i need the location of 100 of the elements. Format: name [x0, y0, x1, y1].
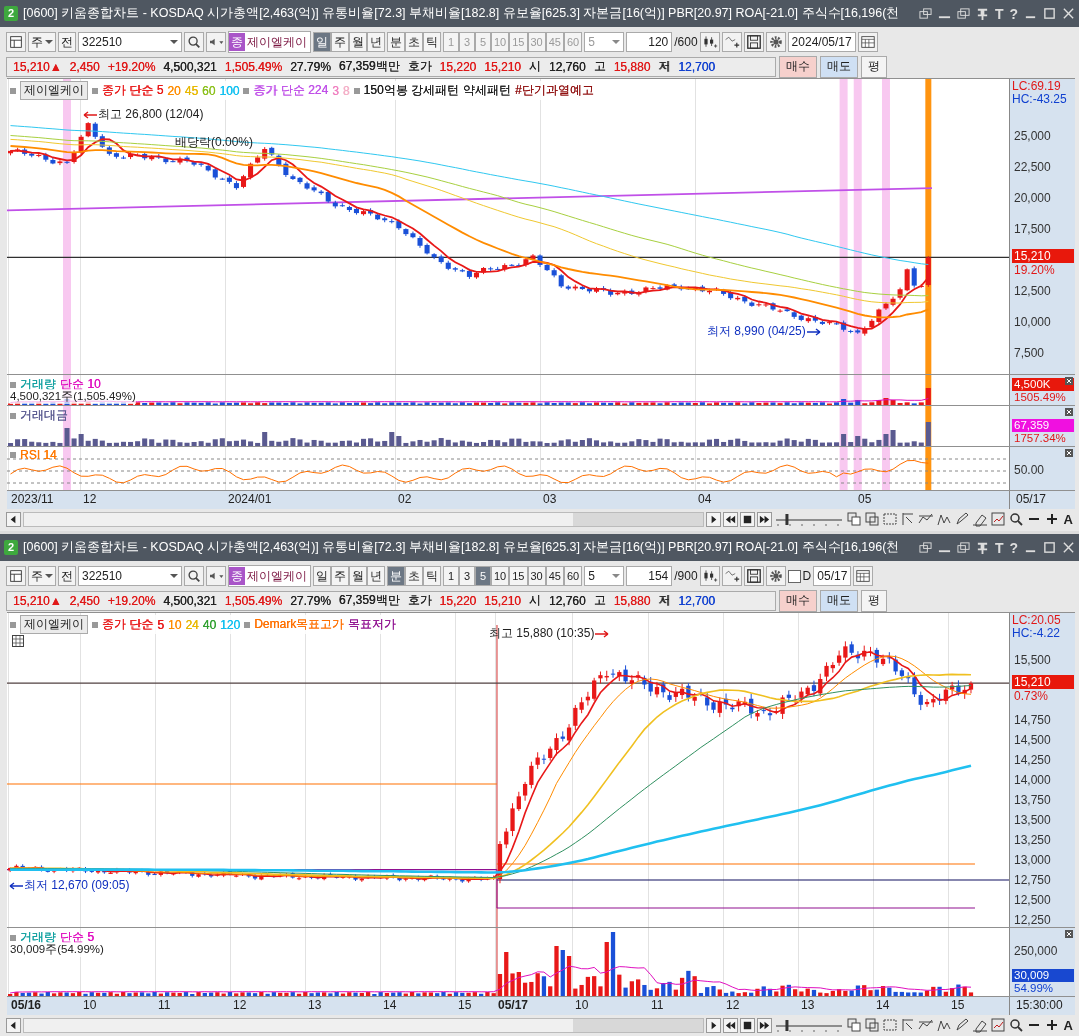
period-tab[interactable]: 주	[331, 32, 349, 52]
market-dropdown[interactable]: 주	[28, 32, 56, 52]
stock-code-field[interactable]: 322510	[78, 32, 182, 52]
crosshair-icon[interactable]	[899, 511, 916, 527]
interval-button[interactable]: 3	[459, 566, 475, 586]
period-tab[interactable]: 년	[367, 32, 385, 52]
play-icon[interactable]	[705, 511, 721, 527]
period-tab[interactable]: 월	[349, 32, 367, 52]
interval-button[interactable]: 60	[564, 566, 583, 586]
previous-button[interactable]: 전	[58, 566, 76, 586]
unit-tab[interactable]: 초	[405, 32, 423, 52]
period-tab[interactable]: 년	[367, 566, 385, 586]
pencil-icon[interactable]	[953, 511, 970, 527]
fast-forward-icon[interactable]	[756, 511, 772, 527]
search-icon[interactable]	[184, 32, 204, 52]
unit-tab[interactable]: 분	[387, 32, 405, 52]
maximize-icon[interactable]	[1043, 7, 1056, 20]
period-tab[interactable]: 일	[313, 566, 331, 586]
fast-forward-icon[interactable]	[756, 1017, 772, 1033]
slider-thumb[interactable]	[785, 514, 789, 525]
slider-thumb[interactable]	[785, 1020, 789, 1031]
restore-icon[interactable]	[918, 7, 932, 20]
stock-code-field[interactable]: 322510	[78, 566, 182, 586]
windows-icon[interactable]	[863, 1017, 880, 1033]
title-button[interactable]: T	[994, 5, 1004, 22]
period-tab[interactable]: 월	[349, 566, 367, 586]
stock-name-button[interactable]: 제이엘케이	[20, 615, 88, 634]
speaker-icon[interactable]	[206, 32, 226, 52]
search-icon[interactable]	[1007, 1017, 1024, 1033]
previous-button[interactable]: 전	[58, 32, 76, 52]
close-icon[interactable]	[1062, 7, 1075, 20]
font-button[interactable]: A	[1061, 511, 1075, 527]
stock-name-button[interactable]: 제이엘케이	[20, 81, 88, 100]
order-button[interactable]: 매도	[820, 589, 858, 612]
interval-dropdown[interactable]: 5	[584, 566, 625, 586]
interval-button[interactable]: 5	[475, 566, 491, 586]
zoom-slider[interactable]	[773, 512, 844, 526]
line-add-icon[interactable]	[721, 32, 742, 52]
pin-icon[interactable]	[975, 7, 989, 20]
windows-icon[interactable]	[956, 7, 970, 20]
date-field[interactable]: 2024/05/17	[787, 32, 856, 52]
order-button[interactable]: 평	[861, 55, 887, 78]
chart-icon[interactable]	[989, 511, 1006, 527]
windows-icon[interactable]	[956, 541, 970, 554]
restore-icon[interactable]	[918, 541, 932, 554]
close-icon[interactable]	[1062, 541, 1075, 554]
windows-icon[interactable]	[845, 1017, 862, 1033]
speaker-icon[interactable]	[206, 566, 226, 586]
period-tab[interactable]: 주	[331, 566, 349, 586]
zoom-slider[interactable]	[773, 1018, 844, 1032]
date-checkbox[interactable]	[787, 569, 801, 583]
scroll-thumb[interactable]	[572, 1018, 703, 1032]
title-button[interactable]: T	[994, 539, 1004, 556]
layout-icon[interactable]	[6, 566, 26, 586]
font-button[interactable]: A	[1061, 1017, 1075, 1033]
scroll-left-icon[interactable]	[6, 1017, 21, 1033]
interval-button[interactable]: 1	[443, 566, 459, 586]
crosshair-icon[interactable]	[899, 1017, 916, 1033]
unit-tab[interactable]: 분	[387, 566, 405, 586]
date-field[interactable]: 05/17	[813, 566, 852, 586]
layout-icon[interactable]	[6, 32, 26, 52]
chart-icon[interactable]	[989, 1017, 1006, 1033]
scroll-thumb[interactable]	[572, 512, 703, 526]
line-add-icon[interactable]	[721, 566, 742, 586]
settings-icon[interactable]	[765, 32, 786, 52]
order-button[interactable]: 매수	[779, 55, 817, 78]
order-button[interactable]: 매수	[779, 589, 817, 612]
save-icon[interactable]	[743, 566, 764, 586]
windows-icon[interactable]	[845, 511, 862, 527]
settings-icon[interactable]	[765, 566, 786, 586]
count-field[interactable]: 120	[626, 32, 673, 52]
pencil-icon[interactable]	[953, 1017, 970, 1033]
candles-icon[interactable]	[699, 32, 720, 52]
unit-tab[interactable]: 틱	[423, 566, 441, 586]
unit-tab[interactable]: 틱	[423, 32, 441, 52]
pin-icon[interactable]	[975, 541, 989, 554]
market-dropdown[interactable]: 주	[28, 566, 56, 586]
stop-icon[interactable]	[739, 511, 755, 527]
search-icon[interactable]	[1007, 511, 1024, 527]
calendar-icon[interactable]	[853, 566, 874, 586]
windows-icon[interactable]	[863, 511, 880, 527]
play-icon[interactable]	[705, 1017, 721, 1033]
title-button[interactable]: ?	[1009, 5, 1018, 22]
scroll-left-icon[interactable]	[6, 511, 21, 527]
maximize-icon[interactable]	[1043, 541, 1056, 554]
stock-name-field[interactable]: 종 제이엘케이	[228, 31, 311, 53]
search-icon[interactable]	[184, 566, 204, 586]
rewind-icon[interactable]	[722, 511, 738, 527]
interval-button[interactable]: 15	[509, 566, 528, 586]
stop-icon[interactable]	[739, 1017, 755, 1033]
interval-button[interactable]: 10	[491, 566, 510, 586]
save-icon[interactable]	[743, 32, 764, 52]
candles-icon[interactable]	[699, 566, 720, 586]
period-tab[interactable]: 일	[313, 32, 331, 52]
unit-tab[interactable]: 초	[405, 566, 423, 586]
order-button[interactable]: 평	[861, 589, 887, 612]
title-button[interactable]: ?	[1009, 539, 1018, 556]
calendar-icon[interactable]	[857, 32, 878, 52]
table-icon[interactable]	[12, 635, 24, 647]
count-field[interactable]: 154	[626, 566, 673, 586]
